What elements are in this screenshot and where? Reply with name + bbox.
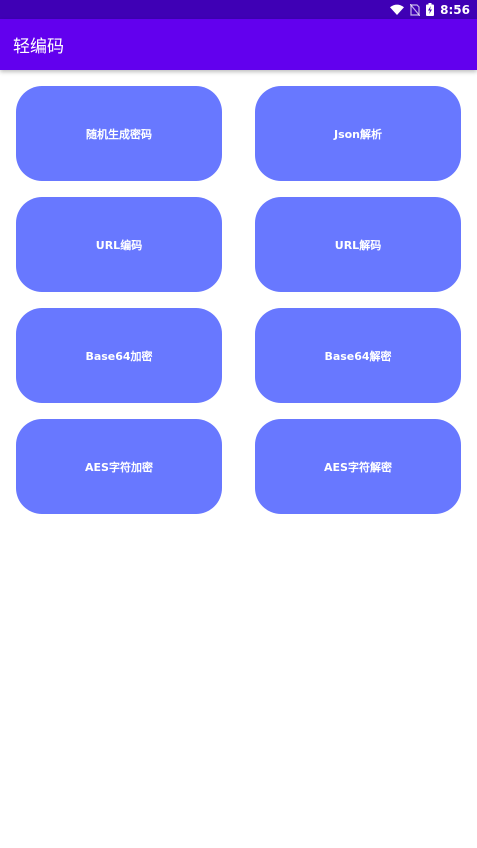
aes-encrypt-button[interactable]: AES字符加密: [16, 419, 222, 514]
url-decode-button[interactable]: URL解码: [255, 197, 461, 292]
aes-decrypt-button[interactable]: AES字符解密: [255, 419, 461, 514]
status-bar: 8:56: [0, 0, 477, 19]
random-password-button[interactable]: 随机生成密码: [16, 86, 222, 181]
app-bar: 轻编码: [0, 19, 477, 70]
base64-encrypt-button[interactable]: Base64加密: [16, 308, 222, 403]
url-encode-button[interactable]: URL编码: [16, 197, 222, 292]
wifi-icon: [390, 4, 405, 15]
json-parse-button[interactable]: Json解析: [255, 86, 461, 181]
tool-button-grid: 随机生成密码 Json解析 URL编码 URL解码 Base64加密 Base6…: [16, 86, 461, 514]
status-time: 8:56: [440, 2, 470, 17]
base64-decrypt-button[interactable]: Base64解密: [255, 308, 461, 403]
battery-charging-icon: [426, 3, 435, 16]
app-title: 轻编码: [13, 37, 64, 57]
no-sim-icon: [410, 3, 421, 16]
